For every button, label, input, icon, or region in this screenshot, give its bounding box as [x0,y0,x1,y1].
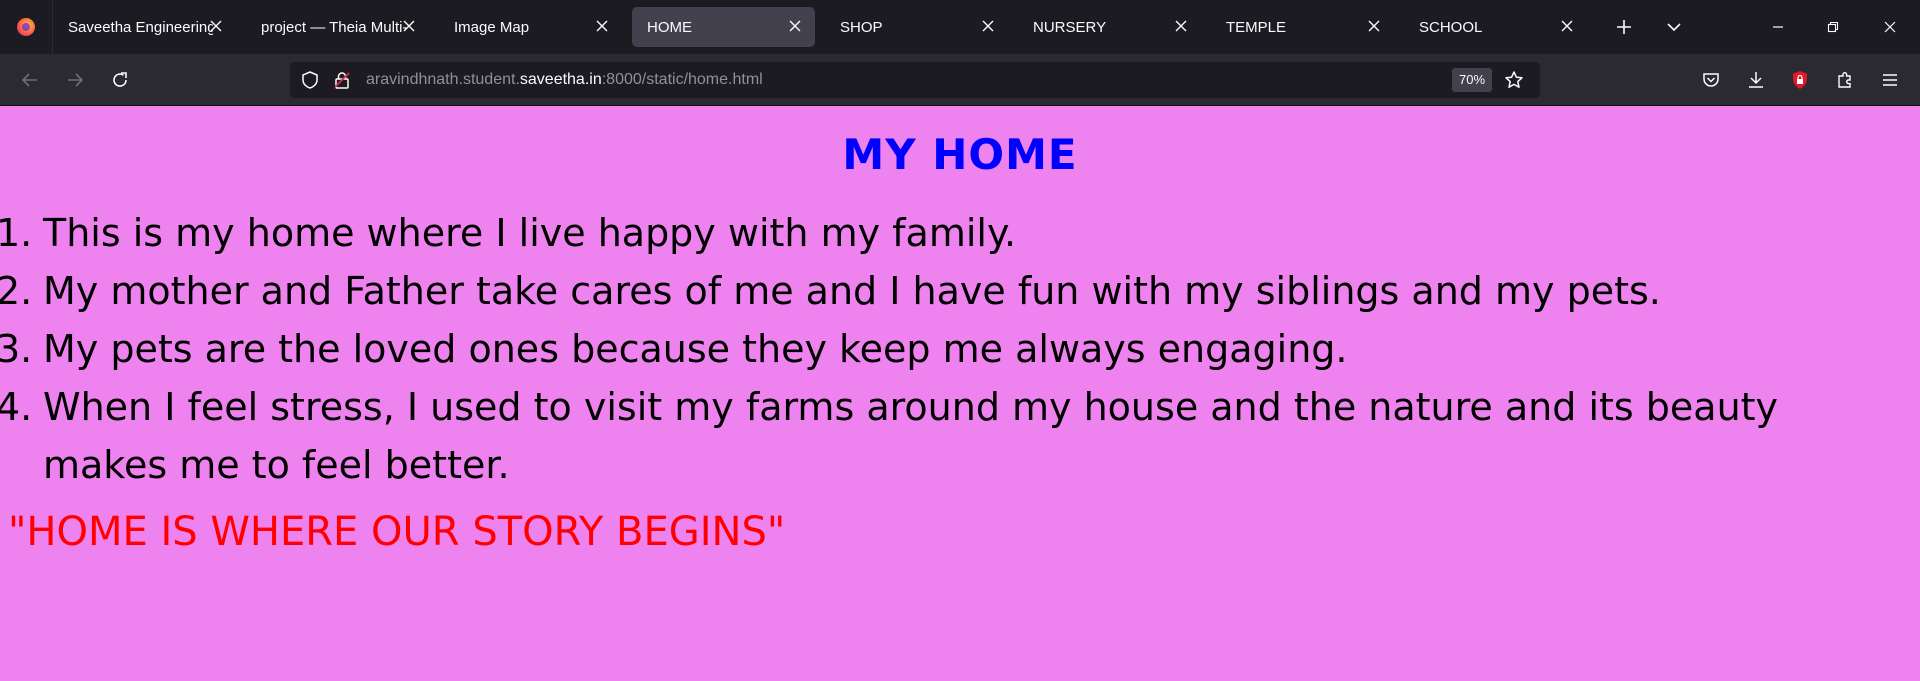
tab-label: SHOP [840,18,883,36]
list-item-number: 3. [0,327,33,371]
tab-temple[interactable]: TEMPLE [1211,7,1394,47]
lock-icon [334,72,350,89]
list-item-number: 4. [0,385,33,429]
close-icon [1884,21,1896,33]
star-icon [1505,71,1523,88]
tab-label: TEMPLE [1226,18,1287,36]
puzzle-icon [1838,72,1851,88]
restore-icon [1827,21,1839,33]
tab-label: project — Theia Multi- [261,18,406,36]
arrow-right-icon [68,73,84,87]
tab-saveetha[interactable]: Saveetha Engineering [53,7,236,47]
close-icon[interactable] [980,18,996,34]
close-icon[interactable] [594,18,610,34]
close-window-button[interactable] [1867,0,1913,54]
list-item-text: When I feel stress, I used to visit my f… [43,385,1779,487]
back-button[interactable] [16,66,44,94]
tab-image-map[interactable]: Image Map [439,7,622,47]
list-all-tabs-button[interactable] [1660,13,1688,41]
ublock-icon [1793,71,1807,89]
tab-strip: Saveetha Engineering project — Theia Mul… [0,0,1920,54]
close-icon[interactable] [1173,18,1189,34]
close-icon[interactable] [401,18,417,34]
list-item: 1. This is my home where I live happy wi… [0,204,1800,262]
zoom-reset-button[interactable]: 70% [1452,68,1493,92]
reload-icon [113,72,127,87]
url-domain: saveetha.in [519,71,602,88]
tab-home[interactable]: HOME [632,7,815,47]
list-item-number: 1. [0,211,33,255]
close-icon[interactable] [787,18,803,34]
list-item-number: 2. [0,269,33,313]
url-prefix: aravindhnath.student. [366,71,520,88]
navigation-toolbar: aravindhnath.student. saveetha.in:8000/st… [0,54,1920,106]
page-title: MY HOME [842,130,1078,179]
download-icon [1749,72,1763,88]
arrow-left-icon [21,73,37,87]
minimize-button[interactable] [1755,0,1801,54]
downloads-button[interactable] [1742,66,1770,94]
close-icon[interactable] [1366,18,1382,34]
shield-icon [302,71,318,89]
ublock-extension-button[interactable] [1786,66,1814,94]
restore-button[interactable] [1810,0,1856,54]
pocket-icon [1703,73,1719,87]
list-item: 4. When I feel stress, I used to visit m… [0,378,1800,494]
list-item-text: This is my home where I live happy with … [43,211,1017,255]
extensions-button[interactable] [1831,66,1859,94]
url-bar[interactable]: aravindhnath.student. saveetha.in:8000/st… [290,62,1540,98]
forward-button[interactable] [61,66,89,94]
site-info-button[interactable] [330,68,354,92]
tab-label: Saveetha Engineering [68,18,213,36]
tab-label: Image Map [454,18,530,36]
list-item-text: My pets are the loved ones because they … [43,327,1348,371]
close-icon[interactable] [1559,18,1575,34]
minimize-icon [1773,26,1783,28]
pocket-button[interactable] [1697,66,1725,94]
list-item: 2. My mother and Father take cares of me… [0,262,1800,320]
firefox-icon [17,18,35,36]
tab-label: NURSERY [1033,18,1107,36]
url-text[interactable]: aravindhnath.student. saveetha.in:8000/st… [366,62,763,98]
tab-shop[interactable]: SHOP [825,7,1008,47]
page-content: MY HOME 1. This is my home where I live … [0,106,1920,681]
new-tab-button[interactable] [1610,13,1638,41]
list-item: 3. My pets are the loved ones because th… [0,320,1800,378]
hamburger-icon [1883,74,1897,86]
reload-button[interactable] [106,66,134,94]
home-facts-list: 1. This is my home where I live happy wi… [0,204,1880,494]
plus-icon [1617,20,1631,34]
tab-theia[interactable]: project — Theia Multi- [246,7,429,47]
url-suffix: :8000/static/home.html [601,71,763,88]
app-menu-button[interactable] [1876,66,1904,94]
bookmark-button[interactable] [1502,68,1526,92]
tab-school[interactable]: SCHOOL [1404,7,1587,47]
close-icon[interactable] [208,18,224,34]
home-quote: "HOME IS WHERE OUR STORY BEGINS" [8,509,786,555]
list-item-text: My mother and Father take cares of me an… [43,269,1661,313]
tab-label: HOME [647,18,692,36]
tab-label: SCHOOL [1419,18,1483,36]
tracking-protection-button[interactable] [298,68,322,92]
tab-nursery[interactable]: NURSERY [1018,7,1201,47]
chevron-down-icon [1667,23,1681,32]
firefox-view-button[interactable] [0,0,53,54]
